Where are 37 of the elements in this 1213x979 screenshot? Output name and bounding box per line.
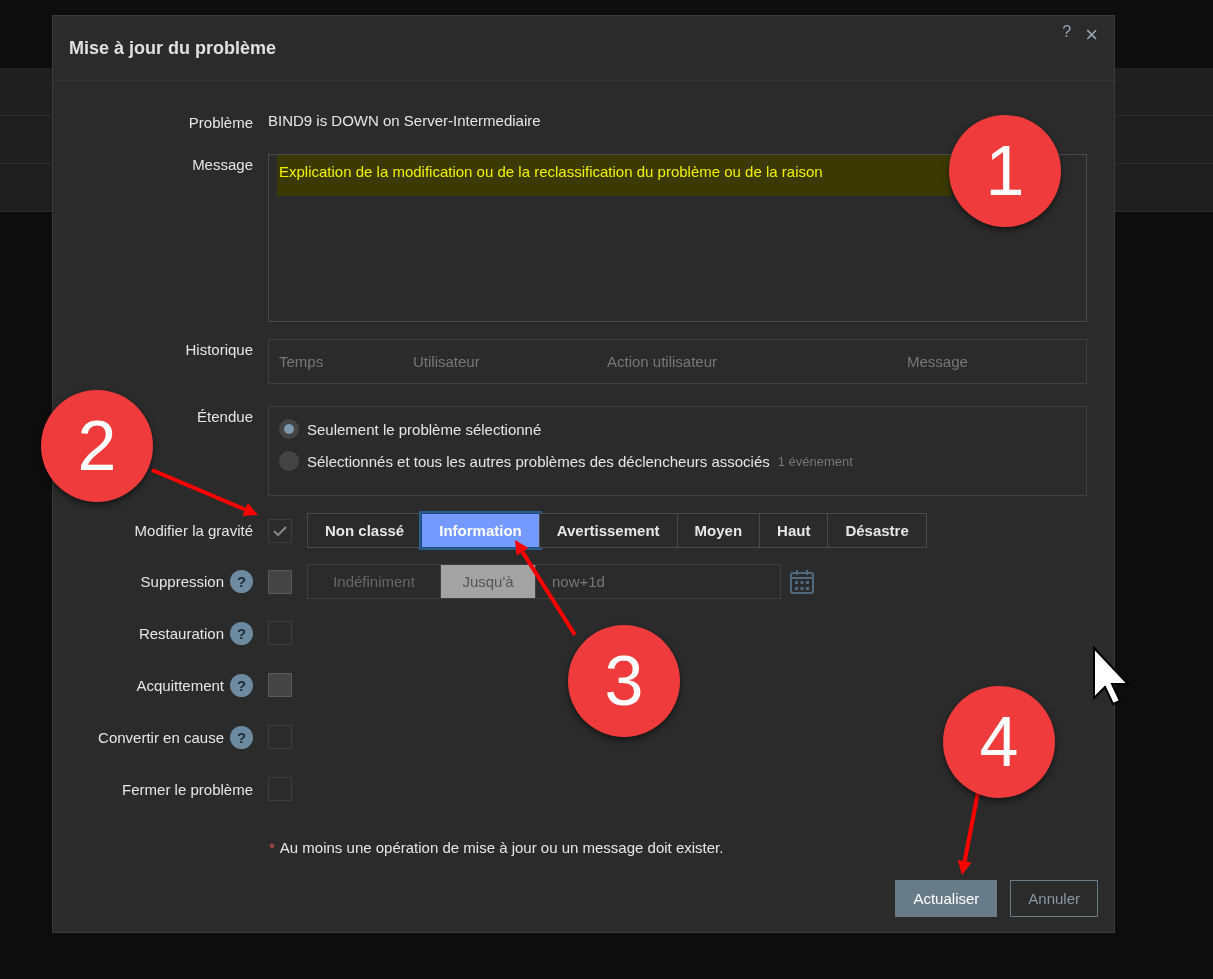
field-label: Modifier la gravité	[134, 522, 253, 539]
problem-name: BIND9 is DOWN on Server-Intermediaire	[268, 112, 541, 129]
event-count: 1 événement	[777, 453, 853, 469]
radio-label: Seulement le problème sélectionné	[307, 420, 542, 438]
check-icon	[273, 524, 287, 537]
column-header: Temps	[279, 353, 325, 370]
mode-button[interactable]: Indéfiniment	[307, 564, 441, 599]
column-header: Action utilisateur	[607, 353, 719, 370]
help-button[interactable]: ?	[1062, 24, 1072, 46]
field-label: Suppression	[140, 573, 224, 590]
mode-button[interactable]: Jusqu'à	[440, 564, 536, 599]
field-label: Problème	[188, 113, 253, 131]
radio-label: Sélectionnés et tous les autres problèmes des déclencheurs associés	[307, 452, 770, 470]
date-field[interactable]: now+1d	[535, 564, 781, 599]
field-label: Message	[192, 155, 253, 173]
checkbox[interactable]	[268, 569, 292, 594]
required-note: * Au moins une opération de mise à jour ou un message doit exister.	[268, 839, 725, 856]
field-label: Étendue	[197, 407, 253, 425]
help-icon[interactable]: ?	[230, 673, 253, 697]
field-label: Historique	[185, 340, 253, 358]
field-label: Restauration	[138, 624, 224, 642]
field-label: Fermer le problème	[122, 780, 253, 798]
field-label: Acquittement	[136, 676, 224, 694]
update-button[interactable]: Actualiser	[895, 880, 998, 917]
field-label: Convertir en cause	[98, 728, 224, 746]
column-header: Utilisateur	[413, 353, 481, 370]
help-icon[interactable]: ?	[230, 570, 253, 593]
cancel-button[interactable]: Annuler	[1010, 880, 1098, 917]
calendar-icon[interactable]	[789, 568, 815, 595]
radio-button[interactable]	[279, 451, 299, 471]
message-text: Explication de la modification ou de la reclassification du problème ou de la raison	[277, 155, 951, 196]
close-button[interactable]: ×	[1085, 24, 1098, 46]
dialog-title: Mise à jour du problème	[69, 37, 277, 59]
cursor-icon	[1092, 646, 1132, 706]
checkbox[interactable]	[268, 673, 292, 697]
column-header: Message	[907, 353, 969, 370]
radio-button[interactable]	[279, 419, 299, 439]
